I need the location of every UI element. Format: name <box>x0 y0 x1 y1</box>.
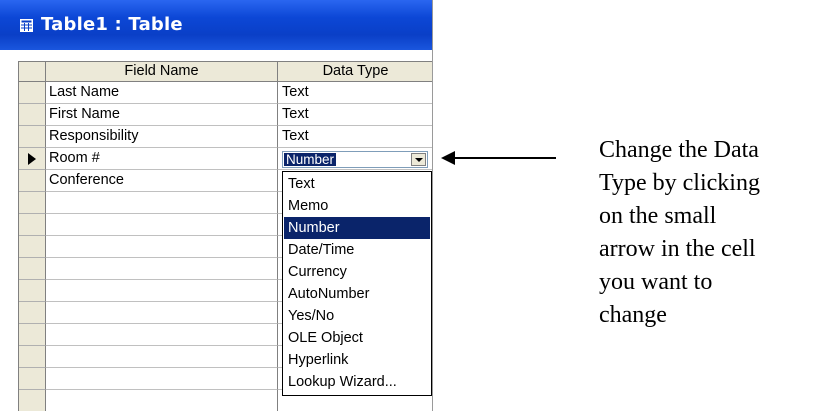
field-name-cell[interactable]: Last Name <box>46 82 278 104</box>
table-row: First Name Text <box>19 104 432 126</box>
instruction-line: change <box>599 302 667 328</box>
row-selector[interactable] <box>19 280 46 302</box>
row-pointer-icon <box>28 153 36 165</box>
header-selector[interactable] <box>19 62 46 82</box>
dropdown-option[interactable]: Hyperlink <box>284 349 430 371</box>
dropdown-option-selected[interactable]: Number <box>284 217 430 239</box>
field-name-cell[interactable]: Conference <box>46 170 278 192</box>
row-selector[interactable] <box>19 82 46 104</box>
field-name-cell[interactable] <box>46 258 278 280</box>
row-selector[interactable] <box>19 170 46 192</box>
dropdown-option[interactable]: AutoNumber <box>284 283 430 305</box>
data-type-cell[interactable]: Text <box>278 82 432 104</box>
row-selector[interactable] <box>19 368 46 390</box>
field-name-cell[interactable] <box>46 302 278 324</box>
window-title: Table1 : Table <box>41 14 183 35</box>
instruction-line: Type by clicking <box>599 170 760 196</box>
field-name-cell[interactable] <box>46 192 278 214</box>
column-header-data-type[interactable]: Data Type <box>278 62 432 82</box>
data-type-dropdown-list: Text Memo Number Date/Time Currency Auto… <box>282 171 432 396</box>
field-name-cell[interactable] <box>46 346 278 368</box>
row-selector[interactable] <box>19 346 46 368</box>
field-name-cell[interactable]: Room # <box>46 148 278 170</box>
row-selector[interactable] <box>19 104 46 126</box>
data-type-combo[interactable]: Number <box>282 151 428 168</box>
field-name-cell[interactable]: First Name <box>46 104 278 126</box>
field-name-cell[interactable] <box>46 236 278 258</box>
column-header-field-name[interactable]: Field Name <box>46 62 278 82</box>
row-selector[interactable] <box>19 258 46 280</box>
table-window: Table1 : Table Field Name Data Type Last… <box>0 0 433 411</box>
row-selector[interactable] <box>19 390 46 411</box>
row-selector[interactable] <box>19 148 46 170</box>
dropdown-option[interactable]: Currency <box>284 261 430 283</box>
dropdown-option[interactable]: Memo <box>284 195 430 217</box>
field-name-cell[interactable]: Responsibility <box>46 126 278 148</box>
data-type-cell[interactable]: Text <box>278 126 432 148</box>
field-name-cell[interactable] <box>46 390 278 411</box>
arrow-shaft <box>453 157 556 159</box>
table-icon <box>20 19 33 32</box>
table-row: Last Name Text <box>19 82 432 104</box>
instruction-line: on the small <box>599 203 717 229</box>
field-name-cell[interactable] <box>46 324 278 346</box>
table-row: Responsibility Text <box>19 126 432 148</box>
dropdown-option[interactable]: Yes/No <box>284 305 430 327</box>
dropdown-option[interactable]: Lookup Wizard... <box>284 371 430 393</box>
row-selector[interactable] <box>19 126 46 148</box>
chevron-down-icon <box>415 158 423 162</box>
row-selector[interactable] <box>19 192 46 214</box>
field-name-cell[interactable] <box>46 280 278 302</box>
row-selector[interactable] <box>19 302 46 324</box>
instruction-line: Change the Data <box>599 137 759 163</box>
instruction-line: you want to <box>599 269 713 295</box>
dropdown-option[interactable]: Date/Time <box>284 239 430 261</box>
instruction-line: arrow in the cell <box>599 236 756 262</box>
dropdown-option[interactable]: OLE Object <box>284 327 430 349</box>
dropdown-option[interactable]: Text <box>284 173 430 195</box>
instruction-text: Change the Data Type by clicking on the … <box>599 134 825 332</box>
row-selector[interactable] <box>19 236 46 258</box>
title-bar[interactable]: Table1 : Table <box>0 0 432 50</box>
field-name-cell[interactable] <box>46 368 278 390</box>
combo-value: Number <box>284 152 337 167</box>
row-selector[interactable] <box>19 324 46 346</box>
field-name-cell[interactable] <box>46 214 278 236</box>
data-type-cell[interactable]: Text <box>278 104 432 126</box>
dropdown-button[interactable] <box>411 153 426 166</box>
row-selector[interactable] <box>19 214 46 236</box>
